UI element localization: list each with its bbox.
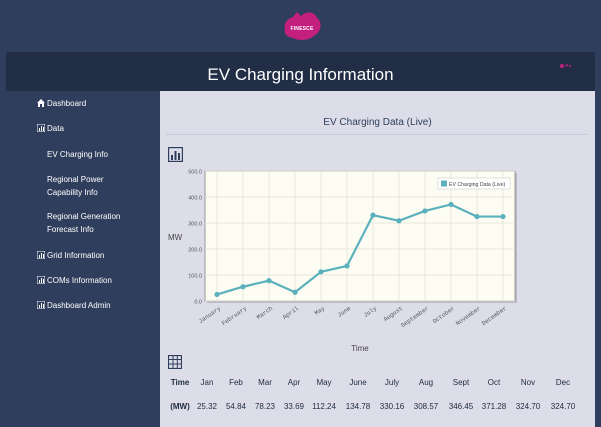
- bar-chart-icon: [37, 251, 45, 259]
- x-tick-label: May: [313, 305, 326, 317]
- table-header-row: Time Jan Feb Mar Apr May June July Aug Sept Oct Nov…: [160, 378, 595, 392]
- x-tick-label: March: [255, 305, 274, 321]
- y-tick-label: 400.0: [188, 196, 202, 202]
- x-tick-label: April: [281, 305, 300, 321]
- y-axis-label: MW: [168, 233, 183, 242]
- sidebar-item-label: Data: [47, 124, 64, 133]
- table-header-cell: Nov: [520, 378, 536, 387]
- table-row: (MW) 25.32 54.84 78.23 33.69 112.24 134.78 330.…: [160, 402, 595, 416]
- sidebar-item-label: Grid Information: [47, 251, 105, 260]
- plot-area: [204, 170, 516, 302]
- logo-text: FINESCE: [290, 26, 314, 32]
- x-tick-label: February: [221, 305, 249, 327]
- x-tick-label: August: [382, 305, 404, 323]
- dashboard-icon: [37, 99, 45, 107]
- data-point: [448, 201, 454, 208]
- sidebar-item-label: Dashboard: [47, 99, 87, 108]
- sidebar-subitem-regional-generation-forecast-info[interactable]: Regional Generation Forecast Info: [47, 211, 122, 236]
- sidebar-subitem-ev-charging-info[interactable]: EV Charging Info: [47, 149, 157, 162]
- legend-swatch: [441, 180, 447, 187]
- y-tick-label: 500.0: [188, 170, 202, 176]
- ev-charging-line-chart: 0.0 100.0 200.0 300.0 400.0 500.0 JanuaryFebru…: [168, 170, 517, 353]
- table-cell: 308.57: [413, 402, 439, 411]
- sidebar-item-label: COMs Information: [47, 276, 112, 285]
- table-cell: 324.70: [550, 402, 576, 411]
- x-tick-label: January: [197, 305, 222, 325]
- data-point: [318, 269, 324, 275]
- page-header: EV Charging Information: [6, 52, 595, 91]
- x-tick-label: June: [336, 305, 352, 319]
- x-tick-label: October: [431, 305, 456, 325]
- finesce-logo[interactable]: FINESCE: [279, 8, 325, 44]
- table-view-icon[interactable]: [168, 355, 182, 369]
- sidebar-subitem-regional-power-capability-info[interactable]: Regional Power Capability Info: [47, 174, 122, 199]
- bar-chart-icon: [37, 301, 45, 309]
- table-header-cell: Dec: [555, 378, 571, 387]
- data-point: [240, 284, 246, 290]
- data-point: [370, 212, 376, 218]
- data-point: [292, 289, 298, 295]
- table-header-cell: Aug: [418, 378, 434, 387]
- sidebar-item-label: Dashboard Admin: [47, 301, 111, 310]
- data-point: [344, 263, 350, 269]
- y-tick-label: 0.0: [194, 300, 202, 306]
- sidebar: Dashboard Data EV Charging Info Regional…: [0, 91, 160, 427]
- legend-label: EV Charging Data (Live): [449, 182, 505, 188]
- data-point: [214, 291, 220, 298]
- x-axis-label: Time: [351, 344, 369, 353]
- bar-chart-icon: [37, 276, 45, 284]
- x-tick-label: July: [362, 305, 378, 319]
- y-tick-label: 300.0: [188, 222, 202, 228]
- x-tick-label: December: [481, 305, 509, 327]
- x-tick-label: November: [455, 305, 483, 327]
- y-tick-label: 200.0: [188, 248, 202, 254]
- user-menu-icon[interactable]: [558, 61, 572, 71]
- y-tick-label: 100.0: [188, 274, 202, 280]
- data-point: [474, 213, 480, 220]
- chart-panel-title: EV Charging Data (Live): [323, 117, 432, 128]
- x-tick-label: September: [400, 305, 431, 330]
- data-point: [266, 278, 272, 284]
- bar-chart-icon: [37, 124, 45, 132]
- table-cell: 324.70: [515, 402, 541, 411]
- data-point: [422, 208, 428, 214]
- data-point: [396, 218, 402, 224]
- divider: [166, 134, 588, 135]
- data-point: [500, 213, 506, 220]
